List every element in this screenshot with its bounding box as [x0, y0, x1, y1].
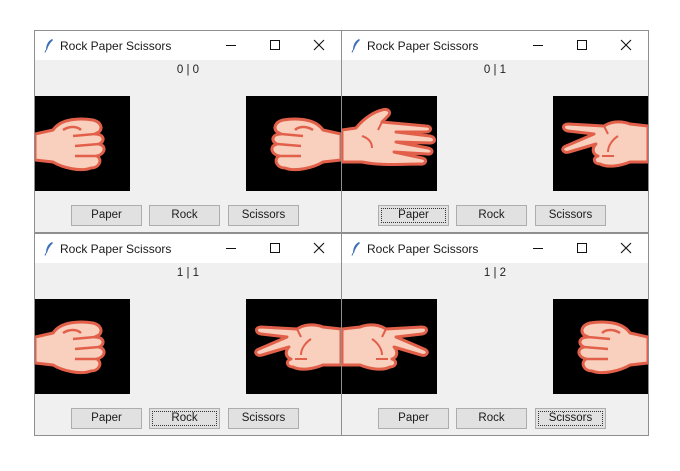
minimize-button[interactable] — [516, 31, 560, 60]
maximize-icon — [577, 40, 587, 50]
feather-icon — [351, 39, 360, 53]
minimize-icon — [226, 45, 236, 46]
minimize-button[interactable] — [209, 234, 253, 263]
feather-icon — [351, 242, 360, 256]
score-label: 1 | 2 — [483, 267, 507, 279]
close-icon — [313, 242, 325, 254]
scissors-button[interactable]: Scissors — [228, 205, 299, 226]
minimize-button[interactable] — [516, 234, 560, 263]
game-window-3: Rock Paper Scissors 1 | 1 Paper Rock Sci… — [34, 233, 342, 436]
close-icon — [620, 39, 632, 51]
scissors-button[interactable]: Scissors — [535, 205, 606, 226]
window-title: Rock Paper Scissors — [60, 39, 172, 53]
computer-hand — [246, 299, 341, 394]
maximize-icon — [270, 40, 280, 50]
player-hand — [35, 299, 130, 394]
window-title: Rock Paper Scissors — [367, 39, 479, 53]
maximize-icon — [270, 243, 280, 253]
rock-button[interactable]: Rock — [149, 205, 220, 226]
game-window-2: Rock Paper Scissors 0 | 1 Paper Rock Sci… — [341, 30, 649, 233]
rock-button[interactable]: Rock — [149, 408, 220, 429]
maximize-button[interactable] — [560, 31, 604, 60]
paper-button[interactable]: Paper — [378, 205, 449, 226]
paper-button[interactable]: Paper — [71, 205, 142, 226]
maximize-button[interactable] — [560, 234, 604, 263]
rock-hand-icon — [35, 320, 106, 375]
title-bar[interactable]: Rock Paper Scissors — [342, 234, 648, 263]
game-window-1: Rock Paper Scissors 0 | 0 Paper Rock Sci… — [34, 30, 342, 233]
minimize-icon — [533, 45, 543, 46]
rock-hand-icon — [577, 320, 648, 375]
computer-hand — [553, 96, 648, 191]
score-label: 0 | 1 — [483, 64, 507, 76]
computer-hand — [246, 96, 341, 191]
paper-hand-icon — [342, 108, 436, 166]
title-bar[interactable]: Rock Paper Scissors — [35, 31, 341, 60]
feather-icon — [44, 39, 53, 53]
window-title: Rock Paper Scissors — [60, 242, 172, 256]
computer-hand — [553, 299, 648, 394]
scissors-button[interactable]: Scissors — [228, 408, 299, 429]
player-hand — [342, 96, 437, 191]
score-label: 1 | 1 — [176, 267, 200, 279]
feather-icon — [44, 242, 53, 256]
minimize-icon — [533, 248, 543, 249]
rock-button[interactable]: Rock — [456, 205, 527, 226]
close-icon — [620, 242, 632, 254]
rock-hand-icon — [35, 117, 106, 172]
close-button[interactable] — [604, 234, 648, 263]
score-label: 0 | 0 — [176, 64, 200, 76]
close-icon — [313, 39, 325, 51]
maximize-button[interactable] — [253, 31, 297, 60]
player-hand — [342, 299, 437, 394]
close-button[interactable] — [297, 31, 341, 60]
close-button[interactable] — [297, 234, 341, 263]
title-bar[interactable]: Rock Paper Scissors — [342, 31, 648, 60]
scissors-hand-icon — [254, 323, 341, 371]
paper-button[interactable]: Paper — [71, 408, 142, 429]
scissors-hand-icon — [342, 323, 429, 371]
scissors-hand-icon — [561, 120, 648, 168]
maximize-icon — [577, 243, 587, 253]
maximize-button[interactable] — [253, 234, 297, 263]
rock-button[interactable]: Rock — [456, 408, 527, 429]
minimize-button[interactable] — [209, 31, 253, 60]
window-title: Rock Paper Scissors — [367, 242, 479, 256]
game-window-4: Rock Paper Scissors 1 | 2 Paper Rock Sci… — [341, 233, 649, 436]
minimize-icon — [226, 248, 236, 249]
title-bar[interactable]: Rock Paper Scissors — [35, 234, 341, 263]
rock-hand-icon — [270, 117, 341, 172]
player-hand — [35, 96, 130, 191]
scissors-button[interactable]: Scissors — [535, 408, 606, 429]
paper-button[interactable]: Paper — [378, 408, 449, 429]
close-button[interactable] — [604, 31, 648, 60]
